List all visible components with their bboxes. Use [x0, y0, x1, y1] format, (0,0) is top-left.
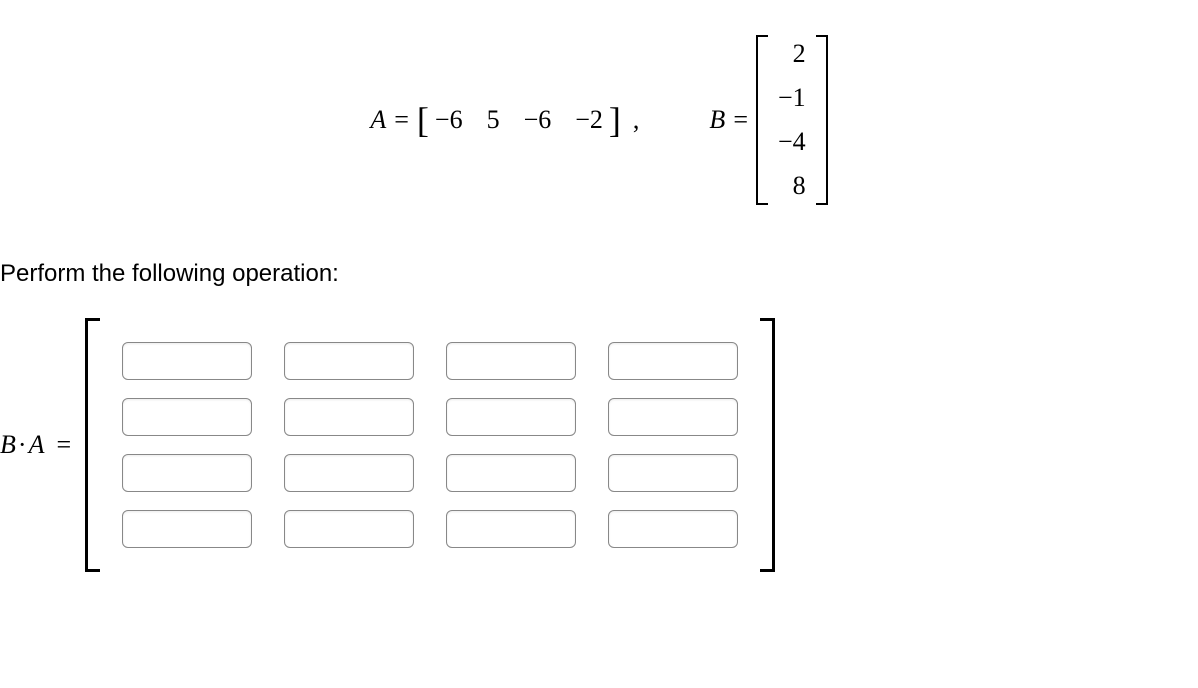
answer-matrix-grid [100, 318, 760, 572]
answer-cell-2-2[interactable] [446, 454, 576, 492]
answer-cell-1-0[interactable] [122, 398, 252, 436]
answer-cell-1-1[interactable] [284, 398, 414, 436]
left-bracket-icon: [ [417, 102, 429, 138]
matrix-a-entry: −6 [524, 105, 552, 135]
equals-sign: = [733, 105, 748, 135]
left-bracket-icon [756, 35, 768, 205]
answer-equation: B·A = [0, 318, 1198, 572]
left-bracket-icon [85, 318, 100, 572]
answer-cell-0-1[interactable] [284, 342, 414, 380]
instruction-text: Perform the following operation: [0, 260, 1198, 288]
var-a-label: A [370, 105, 386, 135]
answer-cell-0-3[interactable] [608, 342, 738, 380]
answer-cell-2-3[interactable] [608, 454, 738, 492]
matrix-b-entry: 2 [793, 39, 806, 69]
answer-cell-0-0[interactable] [122, 342, 252, 380]
answer-cell-3-0[interactable] [122, 510, 252, 548]
matrix-b-entry: −4 [778, 127, 806, 157]
equals-sign: = [394, 105, 409, 135]
answer-cell-2-1[interactable] [284, 454, 414, 492]
answer-matrix [85, 318, 775, 572]
var-b-label: B [709, 105, 725, 135]
var-b-label: B [0, 430, 16, 459]
matrix-a-definition: A = [ −6 5 −6 −2 ] , [370, 102, 639, 138]
answer-cell-3-3[interactable] [608, 510, 738, 548]
matrix-a-entry: −6 [435, 105, 463, 135]
equals-sign: = [56, 430, 71, 459]
answer-cell-2-0[interactable] [122, 454, 252, 492]
matrix-b-entry: −1 [778, 83, 806, 113]
given-matrices: A = [ −6 5 −6 −2 ] , B = 2 −1 −4 8 [0, 20, 1198, 220]
matrix-a-entry: −2 [575, 105, 603, 135]
right-bracket-icon [760, 318, 775, 572]
answer-cell-3-1[interactable] [284, 510, 414, 548]
dot-operator-icon: · [16, 430, 29, 459]
answer-cell-1-2[interactable] [446, 398, 576, 436]
matrix-b-entry: 8 [793, 171, 806, 201]
answer-cell-3-2[interactable] [446, 510, 576, 548]
right-bracket-icon: ] [609, 102, 621, 138]
right-bracket-icon [816, 35, 828, 205]
var-a-label: A [29, 430, 44, 459]
answer-cell-0-2[interactable] [446, 342, 576, 380]
comma: , [633, 105, 640, 135]
matrix-a: [ −6 5 −6 −2 ] [417, 102, 621, 138]
lhs-label: B·A = [0, 430, 71, 460]
answer-cell-1-3[interactable] [608, 398, 738, 436]
matrix-b-definition: B = 2 −1 −4 8 [709, 35, 827, 205]
matrix-b: 2 −1 −4 8 [756, 35, 828, 205]
matrix-a-entry: 5 [487, 105, 500, 135]
